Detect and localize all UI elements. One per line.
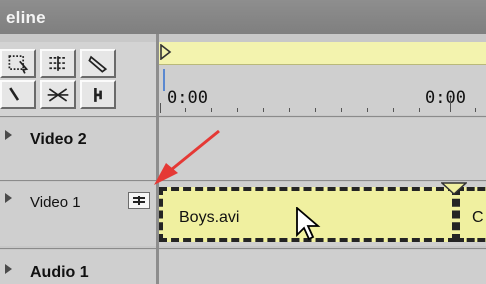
expand-arrow-icon[interactable] — [5, 130, 12, 140]
expand-arrow-icon[interactable] — [5, 264, 12, 274]
ruler-minor-tick — [289, 108, 290, 112]
video-1-label: Video 1 — [30, 194, 81, 211]
clip-boundary-marker-icon — [441, 182, 467, 196]
razor-tool-icon[interactable] — [80, 49, 116, 78]
ruler-major-tick — [160, 103, 161, 113]
video-2-track-header[interactable]: Video 2 — [0, 118, 156, 180]
ruler-minor-tick — [185, 108, 186, 112]
ruler-minor-tick — [341, 108, 342, 112]
track-display-toggle-icon[interactable] — [128, 192, 150, 209]
ruler-minor-tick — [419, 108, 420, 112]
ruler-major-tick — [450, 98, 451, 112]
cross-fade-icon[interactable] — [40, 80, 76, 109]
time-label-start: 0:00 — [167, 88, 208, 108]
title-bar[interactable]: eline — [0, 0, 486, 34]
ruler-minor-tick — [263, 108, 264, 112]
expand-arrow-icon[interactable] — [5, 193, 12, 203]
work-area-start-marker-icon[interactable] — [160, 44, 172, 60]
separator — [0, 116, 486, 117]
timeline-window: eline 0:00 0:00 Video 2 Video 1 Boys.avi… — [0, 0, 486, 284]
window-title: eline — [6, 8, 46, 27]
separator — [0, 248, 486, 249]
separator — [0, 180, 486, 181]
ruler-minor-tick — [315, 108, 316, 112]
ruler-minor-tick — [237, 108, 238, 112]
red-pointer-arrow-icon — [154, 129, 220, 185]
video-2-label: Video 2 — [30, 131, 87, 148]
mouse-cursor-icon — [296, 207, 321, 241]
clip-name: C — [472, 209, 484, 226]
timeline-toolbox — [0, 42, 156, 116]
ruler-minor-tick — [211, 108, 212, 112]
ruler-minor-tick — [475, 108, 476, 112]
clip-name: Boys.avi — [179, 209, 240, 226]
audio-1-label: Audio 1 — [30, 264, 89, 281]
time-label-next: 0:00 — [425, 88, 466, 108]
audio-1-track-header[interactable]: Audio 1 — [0, 250, 156, 284]
time-ruler[interactable]: 0:00 0:00 — [159, 65, 486, 115]
multi-track-select-icon[interactable] — [40, 49, 76, 78]
audio-1-track[interactable] — [159, 250, 486, 284]
in-out-point-icon[interactable] — [80, 80, 116, 109]
ruler-minor-tick — [393, 108, 394, 112]
zoom-tool-icon[interactable] — [0, 80, 36, 109]
ruler-minor-tick — [367, 108, 368, 112]
range-select-icon[interactable] — [0, 49, 36, 78]
work-area-bar[interactable] — [159, 42, 486, 65]
